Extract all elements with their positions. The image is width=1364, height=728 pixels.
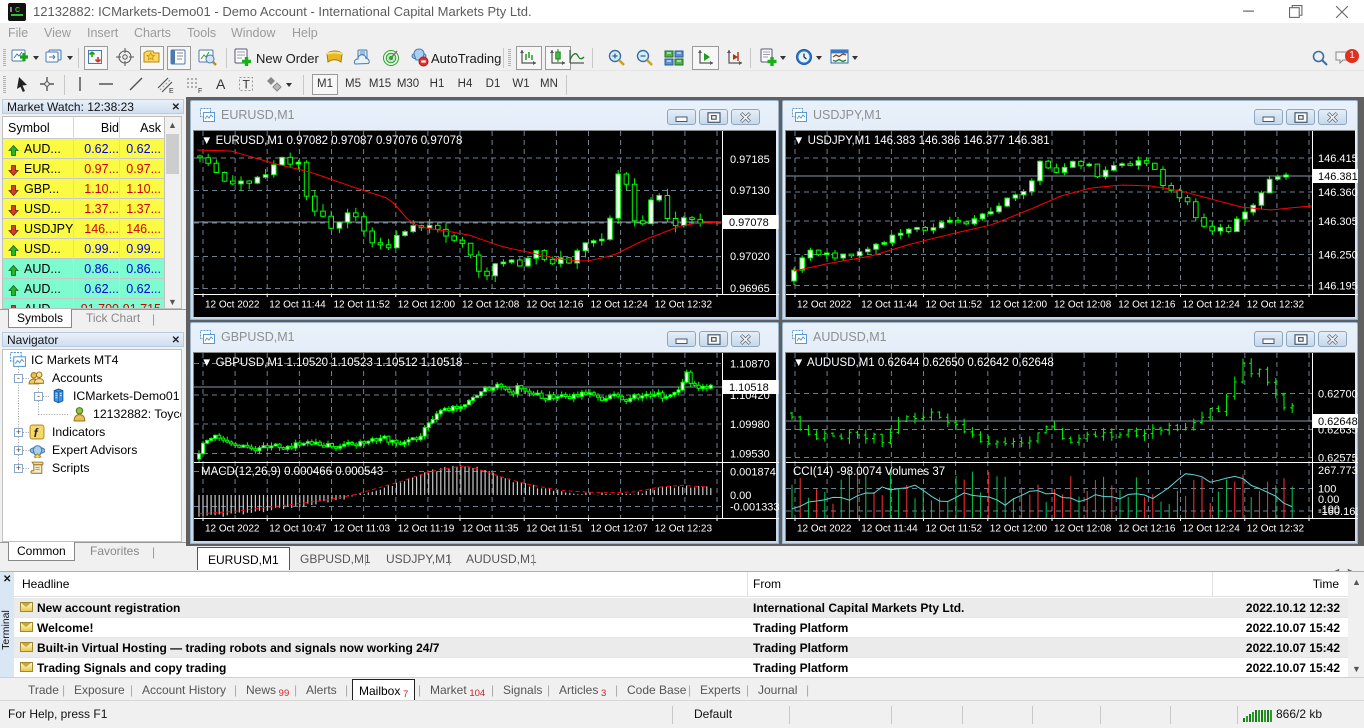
svg-text:12 Oct 12:32: 12 Oct 12:32 — [1247, 524, 1305, 535]
svg-text:146.415: 146.415 — [1318, 153, 1358, 165]
svg-text:12 Oct 11:52: 12 Oct 11:52 — [926, 524, 983, 535]
svg-text:12 Oct 11:19: 12 Oct 11:19 — [398, 524, 455, 535]
svg-text:MACD(12,26,9) 0.000466 0.00054: MACD(12,26,9) 0.000466 0.000543 — [201, 466, 383, 478]
svg-text:12 Oct 11:52: 12 Oct 11:52 — [926, 300, 983, 311]
svg-text:12 Oct 11:35: 12 Oct 11:35 — [462, 524, 519, 535]
svg-text:12 Oct 12:07: 12 Oct 12:07 — [591, 524, 649, 535]
svg-text:A: A — [216, 76, 226, 92]
svg-text:12 Oct 2022: 12 Oct 2022 — [205, 524, 260, 535]
svg-text:12 Oct 12:00: 12 Oct 12:00 — [990, 300, 1048, 311]
svg-text:12 Oct 11:44: 12 Oct 11:44 — [861, 524, 918, 535]
svg-text:12 Oct 12:00: 12 Oct 12:00 — [398, 300, 456, 311]
svg-text:-0.001333: -0.001333 — [730, 502, 779, 514]
svg-text:146.360: 146.360 — [1318, 187, 1358, 199]
svg-text:0.97185: 0.97185 — [730, 154, 770, 166]
svg-text:0.97130: 0.97130 — [730, 185, 770, 197]
svg-text:146.195: 146.195 — [1318, 281, 1358, 293]
svg-text:12 Oct 10:47: 12 Oct 10:47 — [269, 524, 327, 535]
svg-text:1.09530: 1.09530 — [730, 449, 770, 461]
svg-text:267.773: 267.773 — [1318, 465, 1358, 477]
svg-text:12 Oct 11:44: 12 Oct 11:44 — [269, 300, 326, 311]
svg-text:▼ EURUSD,M1 0.97082 0.97087 0: ▼ EURUSD,M1 0.97082 0.97087 0.97076 0.97… — [201, 135, 462, 147]
svg-text:12 Oct 12:16: 12 Oct 12:16 — [526, 300, 584, 311]
svg-text:12 Oct 12:08: 12 Oct 12:08 — [1054, 300, 1112, 311]
svg-text:0.001874: 0.001874 — [730, 467, 776, 479]
svg-text:-160.1638: -160.1638 — [1318, 506, 1358, 518]
svg-text:▼ USDJPY,M1 146.383 146.386 1: ▼ USDJPY,M1 146.383 146.386 146.377 146.… — [793, 135, 1050, 147]
svg-text:0.62700: 0.62700 — [1318, 389, 1358, 401]
svg-text:CCI(14) -98.0074 Volumes 37: CCI(14) -98.0074 Volumes 37 — [793, 466, 945, 478]
svg-text:E: E — [169, 88, 174, 95]
svg-text:12 Oct 11:51: 12 Oct 11:51 — [526, 524, 583, 535]
svg-text:12 Oct 12:16: 12 Oct 12:16 — [1118, 524, 1176, 535]
svg-text:0.62648: 0.62648 — [1318, 416, 1358, 428]
svg-text:0.97020: 0.97020 — [730, 251, 770, 263]
svg-text:12 Oct 12:23: 12 Oct 12:23 — [655, 524, 713, 535]
svg-text:12 Oct 12:24: 12 Oct 12:24 — [591, 300, 649, 311]
svg-text:146.250: 146.250 — [1318, 250, 1358, 262]
svg-text:12 Oct 2022: 12 Oct 2022 — [797, 524, 852, 535]
svg-text:12 Oct 11:03: 12 Oct 11:03 — [334, 524, 391, 535]
svg-text:12 Oct 12:00: 12 Oct 12:00 — [990, 524, 1048, 535]
svg-text:146.305: 146.305 — [1318, 216, 1358, 228]
svg-text:12 Oct 12:24: 12 Oct 12:24 — [1183, 524, 1241, 535]
svg-text:12 Oct 12:08: 12 Oct 12:08 — [462, 300, 520, 311]
svg-text:T: T — [243, 78, 251, 92]
svg-text:0.00: 0.00 — [730, 490, 751, 502]
svg-text:0.62575: 0.62575 — [1318, 453, 1358, 465]
svg-text:1.10870: 1.10870 — [730, 359, 770, 371]
svg-text:12 Oct 2022: 12 Oct 2022 — [205, 300, 260, 311]
svg-text:F: F — [198, 88, 202, 95]
svg-text:0.97078: 0.97078 — [729, 217, 769, 229]
svg-text:▼ GBPUSD,M1 1.10520 1.10523 1: ▼ GBPUSD,M1 1.10520 1.10523 1.10512 1.10… — [201, 357, 462, 369]
svg-text:146.381: 146.381 — [1318, 171, 1358, 183]
svg-text:C: C — [15, 7, 20, 14]
svg-text:12 Oct 12:24: 12 Oct 12:24 — [1183, 300, 1241, 311]
svg-text:I: I — [10, 7, 12, 14]
svg-text:12 Oct 2022: 12 Oct 2022 — [797, 300, 852, 311]
svg-text:1.09980: 1.09980 — [730, 419, 770, 431]
svg-text:12 Oct 12:32: 12 Oct 12:32 — [655, 300, 713, 311]
svg-text:▼ AUDUSD,M1 0.62644 0.62650 0: ▼ AUDUSD,M1 0.62644 0.62650 0.62642 0.62… — [793, 357, 1054, 369]
svg-text:12 Oct 12:32: 12 Oct 12:32 — [1247, 300, 1305, 311]
svg-text:12 Oct 12:08: 12 Oct 12:08 — [1054, 524, 1112, 535]
svg-text:12 Oct 11:52: 12 Oct 11:52 — [334, 300, 391, 311]
svg-text:0.96965: 0.96965 — [730, 283, 770, 295]
svg-text:12 Oct 11:44: 12 Oct 11:44 — [861, 300, 918, 311]
svg-text:12 Oct 12:16: 12 Oct 12:16 — [1118, 300, 1176, 311]
svg-text:1.10518: 1.10518 — [729, 382, 769, 394]
